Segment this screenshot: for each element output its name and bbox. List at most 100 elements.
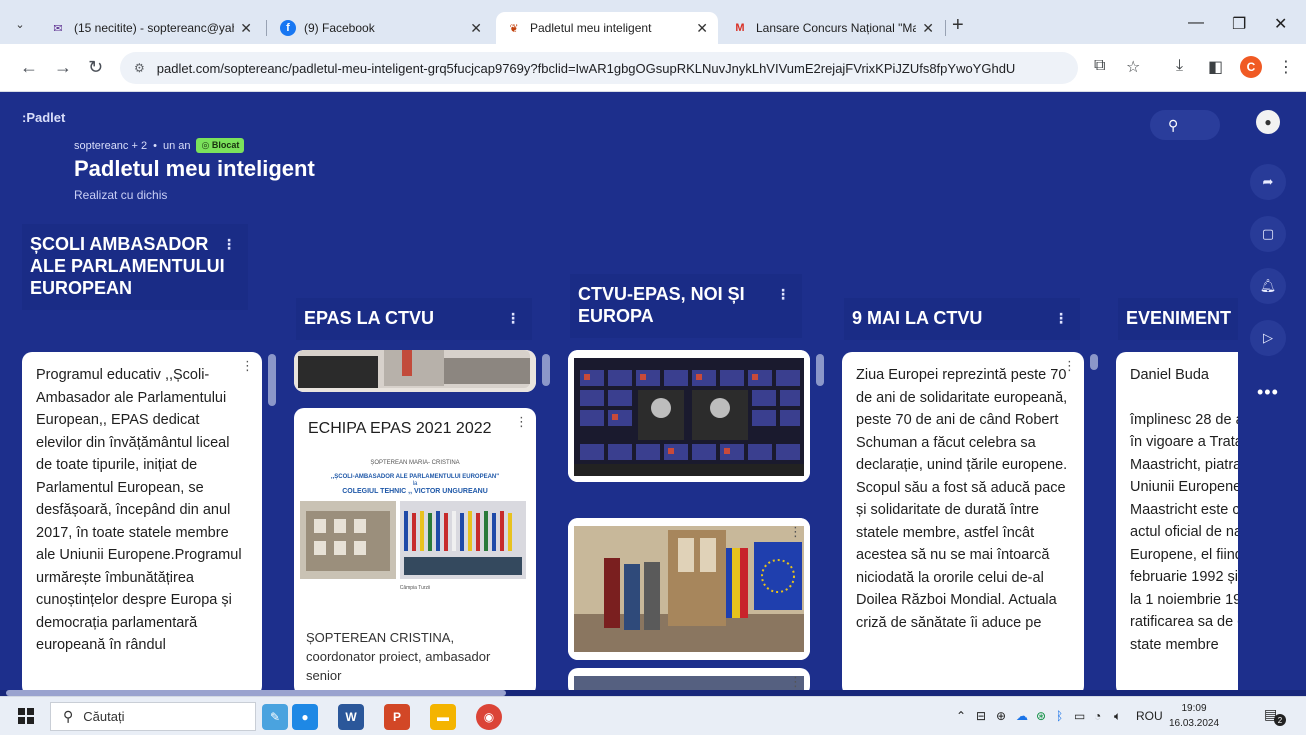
facebook-icon: f — [280, 20, 296, 36]
tab-title: (9) Facebook — [304, 21, 375, 35]
column-header-scoli[interactable]: ȘCOLI AMBASADOR ALE PARLAMENTULUI EUROPE… — [22, 224, 248, 310]
close-icon[interactable]: ✕ — [470, 20, 482, 37]
tray-overflow-chevron-icon[interactable]: ⌃ — [956, 709, 966, 723]
close-icon[interactable]: ✕ — [696, 20, 708, 37]
tab-search-chevron-icon[interactable]: ⌄ — [8, 12, 32, 36]
notification-center-icon[interactable]: ▤ 2 — [1264, 706, 1286, 726]
column-header-ctvu-epas[interactable]: CTVU-EPAS, NOI ȘI EUROPA ⋮ — [570, 274, 802, 338]
tab-padlet[interactable]: ❦ Padletul meu inteligent ✕ — [496, 12, 718, 44]
column-header-9-mai[interactable]: 9 MAI LA CTVU ⋮ — [844, 298, 1080, 340]
powerpoint-icon[interactable]: P — [384, 704, 410, 730]
remake-icon[interactable]: ▢ — [1250, 216, 1286, 252]
padlet-icon: ❦ — [509, 22, 519, 35]
tray-sync-icon[interactable]: ⊛ — [1036, 709, 1046, 723]
post-card-ziua-europei[interactable]: ⋮ Ziua Europei reprezintă peste 70 de an… — [842, 352, 1084, 696]
post-card-daniel-buda[interactable]: Daniel Buda împlinesc 28 de ani de la in… — [1116, 352, 1238, 696]
tray-pen-icon[interactable]: ⊕ — [996, 709, 1006, 723]
post-menu-icon[interactable]: ⋮ — [789, 674, 802, 690]
browser-toolbar: ← → ↻ ⚙ padlet.com/soptereanc/padletul-m… — [0, 44, 1306, 92]
file-explorer-icon[interactable]: ▬ — [430, 704, 456, 730]
language-indicator[interactable]: ROU — [1136, 709, 1163, 723]
close-icon[interactable]: ✕ — [922, 20, 934, 37]
post-author: Daniel Buda — [1130, 367, 1209, 383]
new-tab-plus-icon[interactable]: + — [952, 14, 964, 37]
post-menu-icon[interactable]: ⋮ — [1063, 358, 1076, 374]
locked-badge: ◎ Blocat — [196, 138, 245, 153]
board-title: Padletul meu inteligent — [74, 156, 315, 181]
restore-icon[interactable]: ❐ — [1232, 14, 1246, 34]
post-card-epas-program[interactable]: ⋮ Programul educativ ,,Școli-Ambasador a… — [22, 352, 262, 696]
column-scrollbar[interactable] — [268, 354, 276, 406]
taskbar-search-input[interactable]: ⚲ Căutați — [50, 702, 256, 731]
bookmark-star-icon[interactable]: ☆ — [1126, 57, 1140, 77]
column-scrollbar[interactable] — [542, 354, 550, 386]
column-header-eveniment[interactable]: EVENIMENT — [1118, 298, 1238, 340]
wifi-icon[interactable]: ◔ — [1094, 709, 1101, 723]
board-search-button[interactable]: ⚲ — [1150, 110, 1220, 140]
column-menu-icon[interactable]: ⋮ — [776, 286, 790, 303]
column-menu-icon[interactable]: ⋮ — [506, 310, 520, 327]
people-icon[interactable]: ● — [292, 704, 318, 730]
more-options-icon[interactable]: ••• — [1257, 382, 1279, 403]
post-card-video-conference[interactable] — [568, 350, 810, 482]
post-menu-icon[interactable]: ⋮ — [789, 524, 802, 540]
classroom-photo — [568, 518, 810, 660]
action-rail: ● ➦ ▢ 🔔︎ ▷ ••• — [1238, 92, 1306, 696]
windows-start-icon[interactable] — [18, 708, 34, 724]
widgets-icon[interactable]: ✎ — [262, 704, 288, 730]
post-card-echipa-epas[interactable]: ⋮ ECHIPA EPAS 2021 2022 ȘOPTEREAN MARIA-… — [294, 408, 536, 696]
tab-yahoo-mail[interactable]: ✉ (15 necitite) - soptereanc@yahoo ✕ — [40, 12, 262, 44]
school-photo — [300, 501, 526, 579]
doc-heading: ,,ȘCOLI-AMBASADOR ALE PARLAMENTULUI EURO… — [330, 474, 500, 480]
video-conference-screenshot — [568, 350, 810, 482]
profile-avatar[interactable]: C — [1240, 56, 1262, 78]
column-menu-icon[interactable]: ⋮ — [222, 236, 236, 253]
clock-date: 16.03.2024 — [1168, 718, 1220, 729]
board-author[interactable]: soptereanc + 2 — [74, 140, 147, 152]
doc-caption: Câmpia Turzii — [399, 585, 431, 591]
post-card-classroom-photo[interactable]: ⋮ — [568, 518, 810, 660]
padlet-logo[interactable]: :Padlet — [22, 110, 65, 125]
word-icon[interactable]: W — [338, 704, 364, 730]
minimize-icon[interactable]: — — [1188, 14, 1204, 32]
download-icon[interactable]: ⤓ — [1176, 57, 1183, 75]
column-header-epas[interactable]: EPAS LA CTVU ⋮ — [296, 298, 532, 340]
share-arrow-icon[interactable]: ➦ — [1250, 164, 1286, 200]
tab-gmail[interactable]: M Lansare Concurs Național "Mad ✕ — [722, 12, 944, 44]
forward-arrow-icon[interactable]: → — [54, 57, 72, 78]
column-scrollbar[interactable] — [1090, 354, 1098, 370]
close-icon[interactable]: ✕ — [240, 20, 252, 37]
browser-tabstrip: ⌄ ✉ (15 necitite) - soptereanc@yahoo ✕ f… — [0, 0, 1306, 44]
install-app-icon[interactable]: ⧉ — [1094, 57, 1105, 75]
slideshow-play-icon[interactable]: ▷ — [1250, 320, 1286, 356]
onedrive-cloud-icon[interactable]: ☁ — [1016, 709, 1028, 723]
back-arrow-icon[interactable]: ← — [20, 57, 38, 78]
post-card-photo-top[interactable] — [294, 350, 536, 392]
volume-icon[interactable]: 🔈︎ — [1114, 709, 1121, 724]
post-menu-icon[interactable]: ⋮ — [515, 414, 528, 430]
column-scrollbar[interactable] — [816, 354, 824, 386]
side-panel-icon[interactable]: ◧ — [1208, 57, 1223, 77]
browser-menu-icon[interactable]: ⋮ — [1278, 57, 1294, 77]
site-info-icon[interactable]: ⚙ — [134, 61, 145, 75]
bluetooth-icon[interactable]: ᛒ — [1056, 709, 1063, 723]
user-avatar[interactable]: ● — [1256, 110, 1280, 134]
battery-icon[interactable]: ▭ — [1074, 709, 1085, 723]
notifications-bell-icon[interactable]: 🔔︎ — [1250, 268, 1286, 304]
clock-time: 19:09 — [1181, 703, 1207, 714]
tab-facebook[interactable]: f (9) Facebook ✕ — [270, 12, 492, 44]
taskbar-clock[interactable]: 19:09 16.03.2024 — [1166, 701, 1222, 731]
post-author-note: ȘOPTEREAN CRISTINA, coordonator proiect,… — [306, 630, 491, 683]
column-menu-icon[interactable]: ⋮ — [1054, 310, 1068, 327]
notification-count-badge: 2 — [1274, 714, 1286, 726]
chrome-icon[interactable]: ◉ — [476, 704, 502, 730]
address-bar[interactable]: ⚙ padlet.com/soptereanc/padletul-meu-int… — [120, 52, 1078, 84]
tray-app-icon[interactable]: ⊟ — [976, 709, 986, 723]
column-title: ȘCOLI AMBASADOR ALE PARLAMENTULUI EUROPE… — [30, 234, 225, 298]
tab-title: Padletul meu inteligent — [530, 21, 652, 35]
column-title: EVENIMENT — [1126, 308, 1232, 328]
board-subtitle: Realizat cu dichis — [74, 188, 168, 202]
post-menu-icon[interactable]: ⋮ — [241, 358, 254, 374]
window-close-icon[interactable]: ✕ — [1274, 14, 1287, 34]
reload-icon[interactable]: ↻ — [88, 57, 103, 78]
